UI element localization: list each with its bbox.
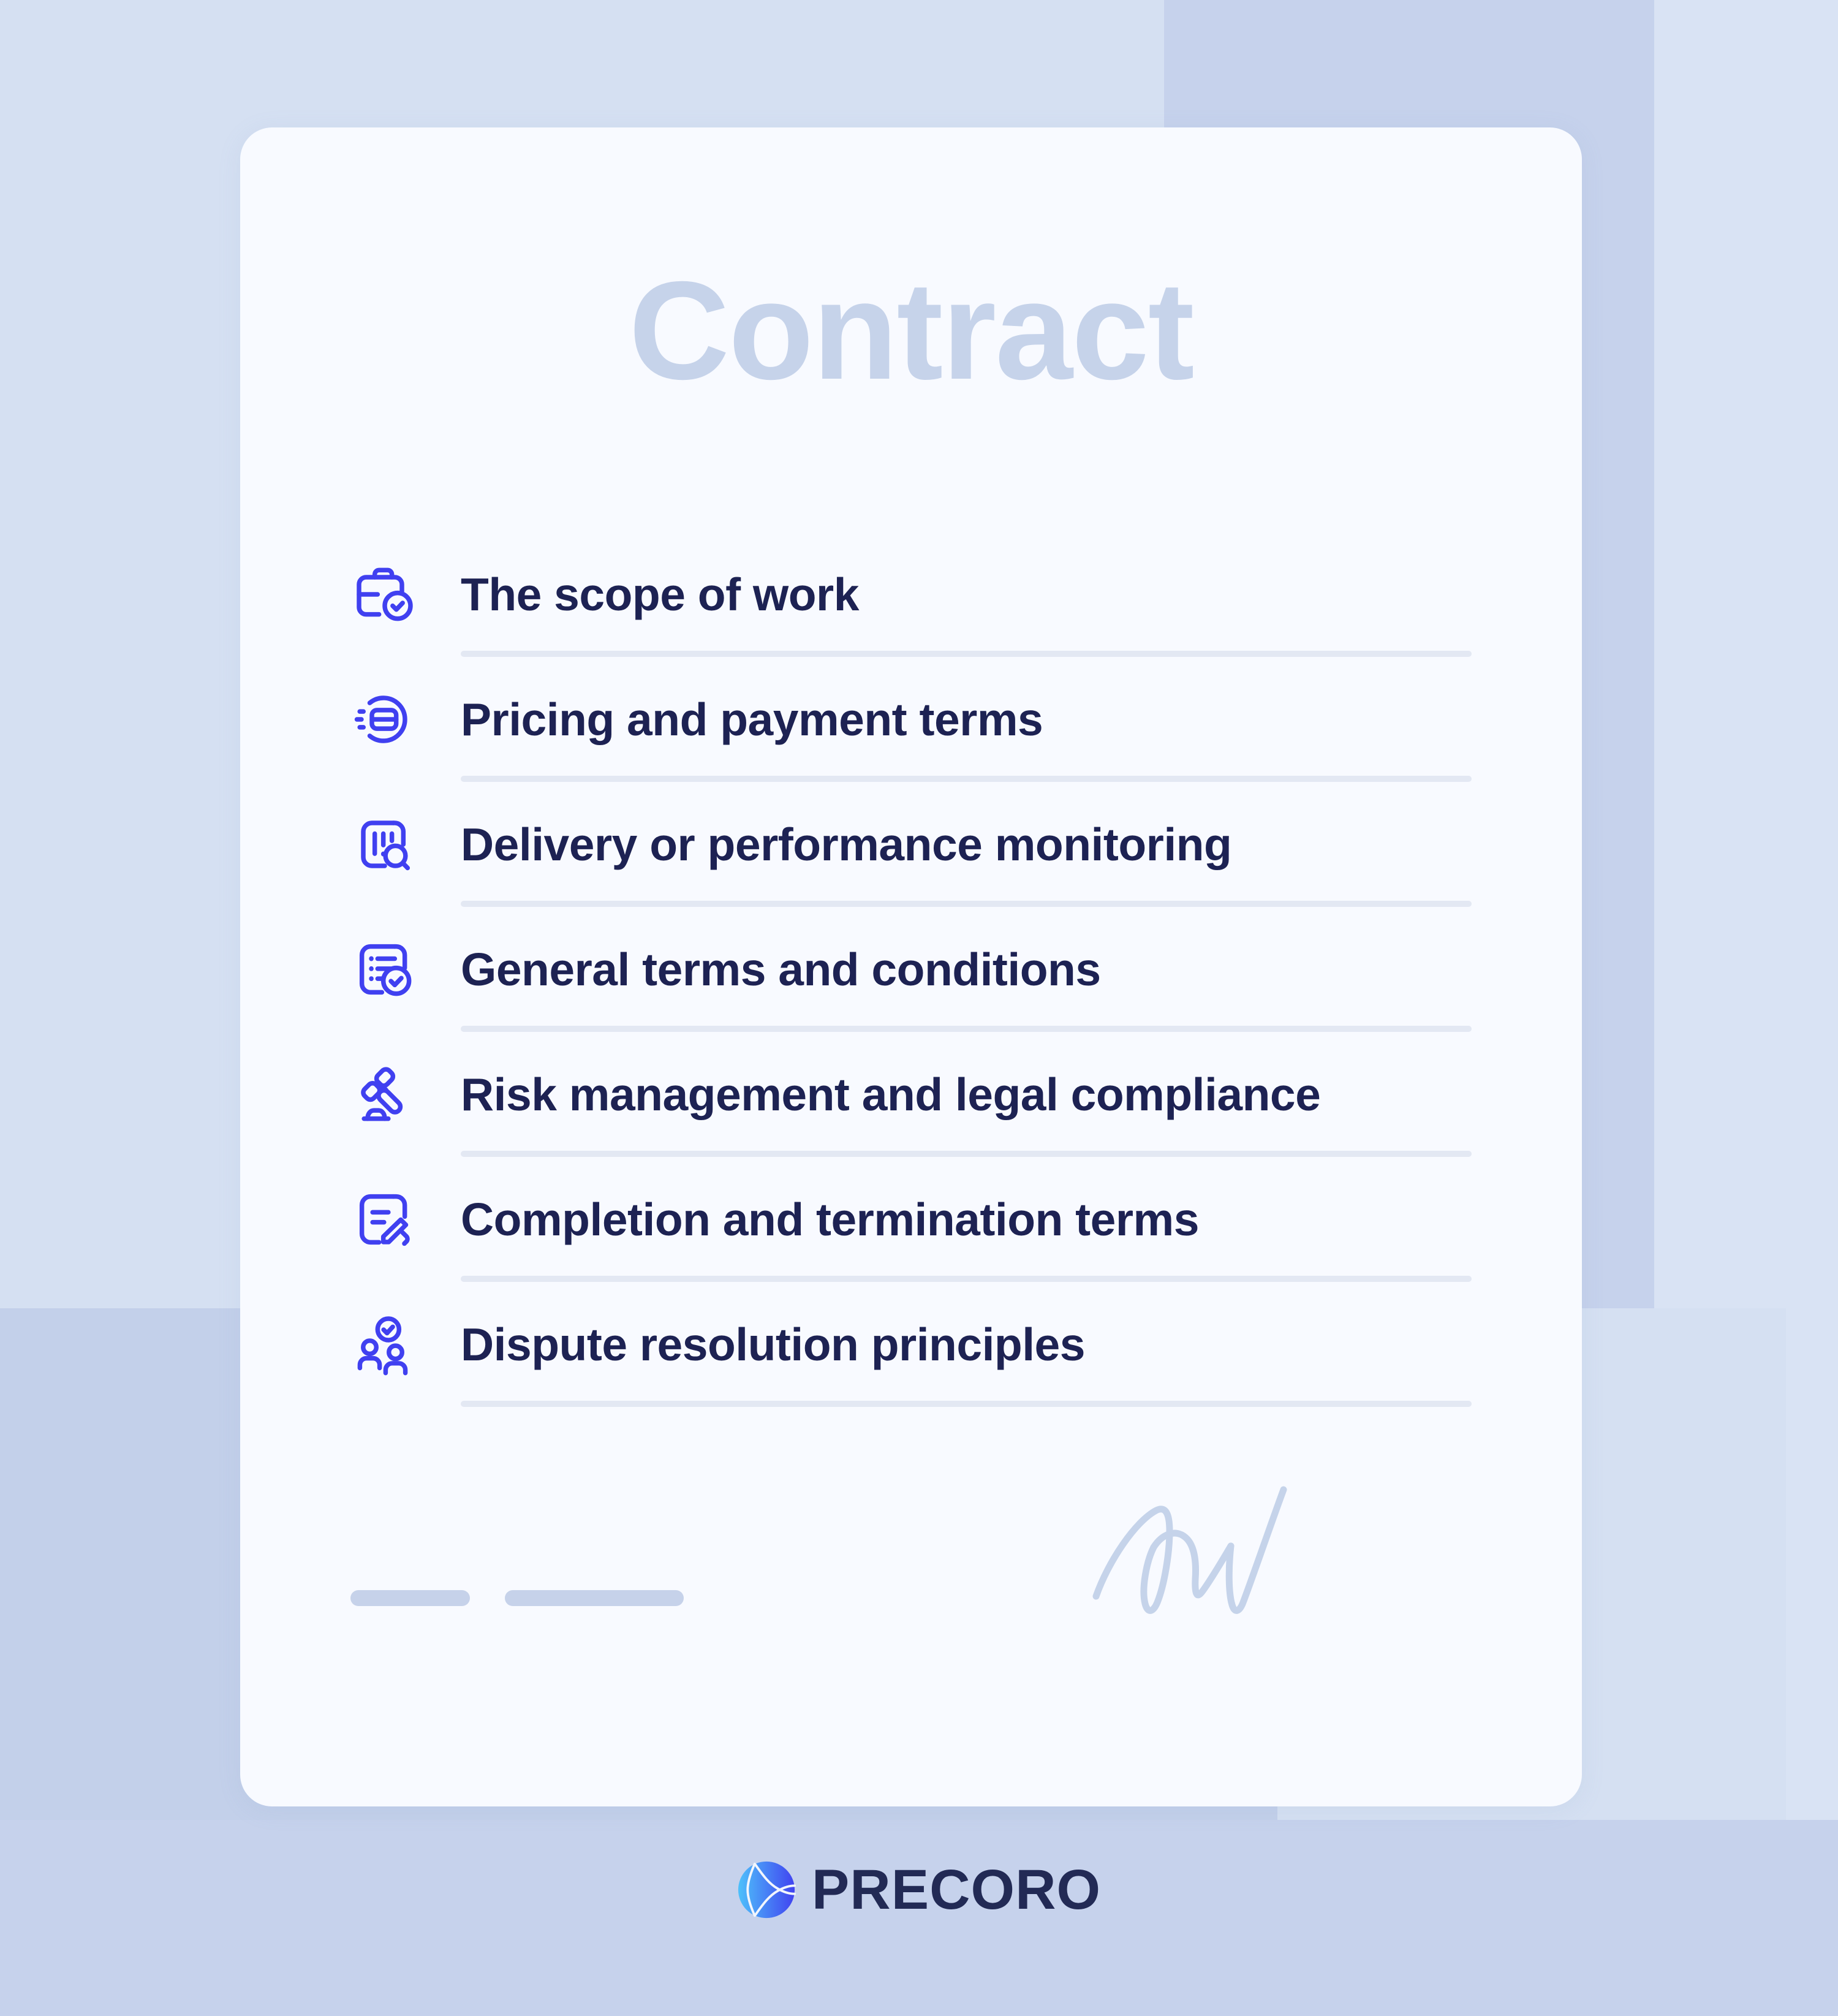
list-item[interactable]: Pricing and payment terms (350, 657, 1472, 782)
contract-card: Contract The scope of work Pricing and p… (240, 127, 1582, 1806)
infographic-page: Contract The scope of work Pricing and p… (0, 0, 1838, 2016)
list-item-label: Completion and termination terms (461, 1194, 1199, 1245)
chart-search-icon (350, 810, 419, 879)
signature-area (350, 1430, 1472, 1632)
list-item[interactable]: Risk management and legal compliance (350, 1032, 1472, 1157)
signature-placeholder-bar-1 (350, 1590, 470, 1606)
list-item[interactable]: General terms and conditions (350, 907, 1472, 1032)
page-title: Contract (629, 253, 1194, 409)
list-item-label: Delivery or performance monitoring (461, 819, 1232, 870)
gavel-icon (350, 1060, 419, 1129)
footer-brand: PRECORO (0, 1860, 1838, 1919)
list-item[interactable]: Dispute resolution principles (350, 1282, 1472, 1407)
document-list-check-icon (350, 935, 419, 1004)
list-item-label: Pricing and payment terms (461, 694, 1043, 745)
handwritten-signature-icon (1064, 1430, 1322, 1632)
list-item-label: Dispute resolution principles (461, 1319, 1085, 1370)
list-item-divider (461, 1276, 1472, 1282)
precoro-logo-mark-icon (737, 1860, 796, 1919)
list-item-divider (461, 776, 1472, 782)
signature-placeholder-bar-2 (505, 1590, 684, 1606)
list-item-label: The scope of work (461, 569, 859, 620)
list-item[interactable]: Completion and termination terms (350, 1157, 1472, 1282)
list-item-divider (461, 901, 1472, 907)
document-edit-icon (350, 1185, 419, 1254)
list-item[interactable]: The scope of work (350, 532, 1472, 657)
list-item[interactable]: Delivery or performance monitoring (350, 782, 1472, 907)
users-check-icon (350, 1310, 419, 1379)
list-item-divider (461, 1401, 1472, 1407)
briefcase-check-icon (350, 560, 419, 629)
contract-clause-list: The scope of work Pricing and payment te… (350, 532, 1472, 1407)
list-item-divider (461, 651, 1472, 657)
list-item-label: General terms and conditions (461, 944, 1101, 995)
list-item-divider (461, 1151, 1472, 1157)
payment-card-circle-icon (350, 685, 419, 754)
list-item-divider (461, 1026, 1472, 1032)
list-item-label: Risk management and legal compliance (461, 1069, 1321, 1120)
brand-name: PRECORO (811, 1859, 1102, 1921)
